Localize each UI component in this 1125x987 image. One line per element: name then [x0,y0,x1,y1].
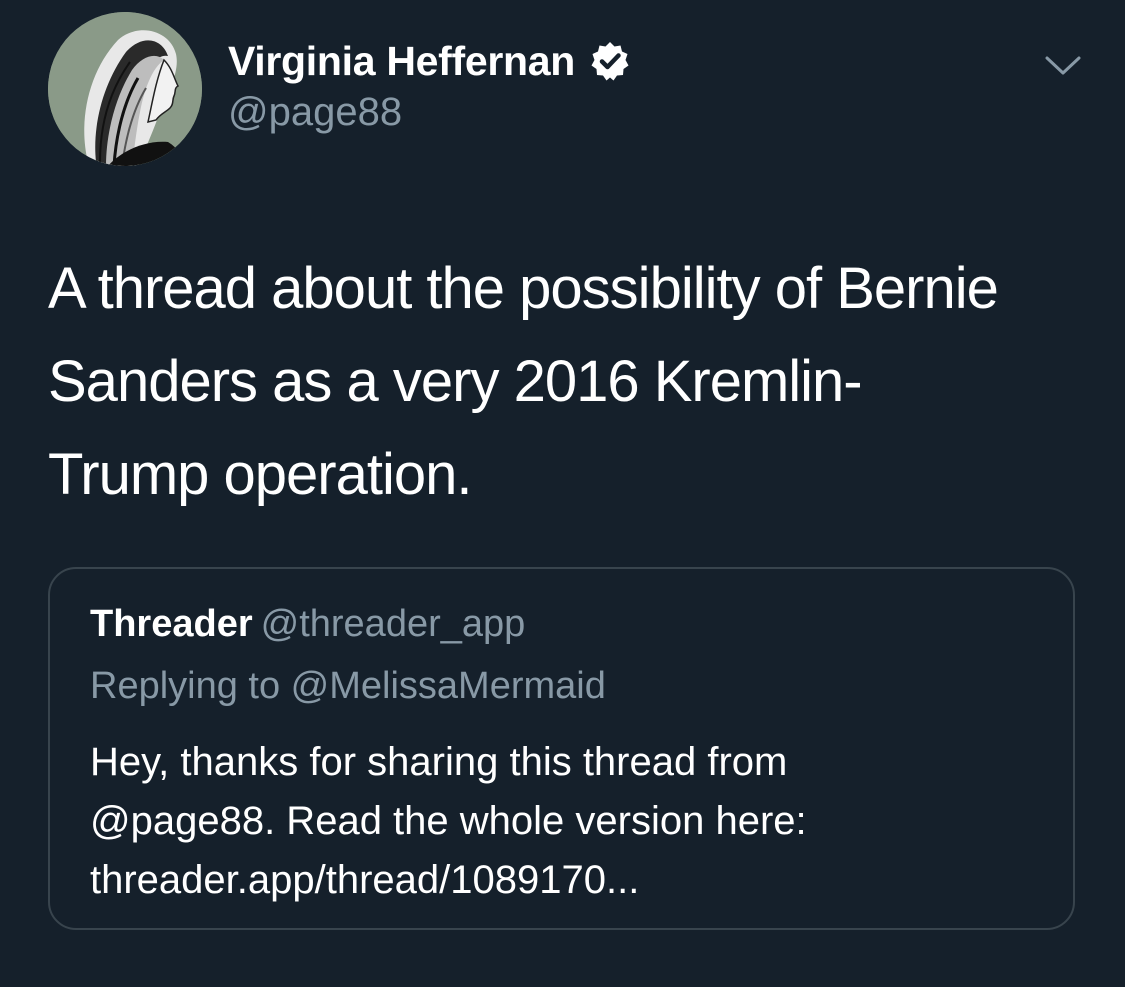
quoted-tweet-text: Hey, thanks for sharing this thread from… [90,740,807,902]
avatar[interactable] [48,12,202,166]
profile-avatar-illustration [48,12,202,166]
quoted-author-name: Threader [90,603,253,645]
author-display-name[interactable]: Virginia Heffernan [228,38,575,85]
author-handle[interactable]: @page88 [228,90,631,135]
tweet: Virginia Heffernan @page88 A thread abou… [0,0,1125,987]
tweet-text: A thread about the possibility of Bernie… [48,256,999,507]
replying-to-label: Replying to @MelissaMermaid [90,665,606,707]
author-name-row: Virginia Heffernan [228,36,631,86]
verified-badge-icon [591,42,629,81]
chevron-down-icon[interactable] [1044,54,1082,78]
tweet-author[interactable]: Virginia Heffernan @page88 [228,36,631,135]
quoted-author-handle: @threader_app [260,603,526,645]
quoted-tweet-header: Threader @threader_app [90,603,525,646]
quoted-tweet-card[interactable]: Threader @threader_app Replying to @Melis… [48,567,1075,930]
